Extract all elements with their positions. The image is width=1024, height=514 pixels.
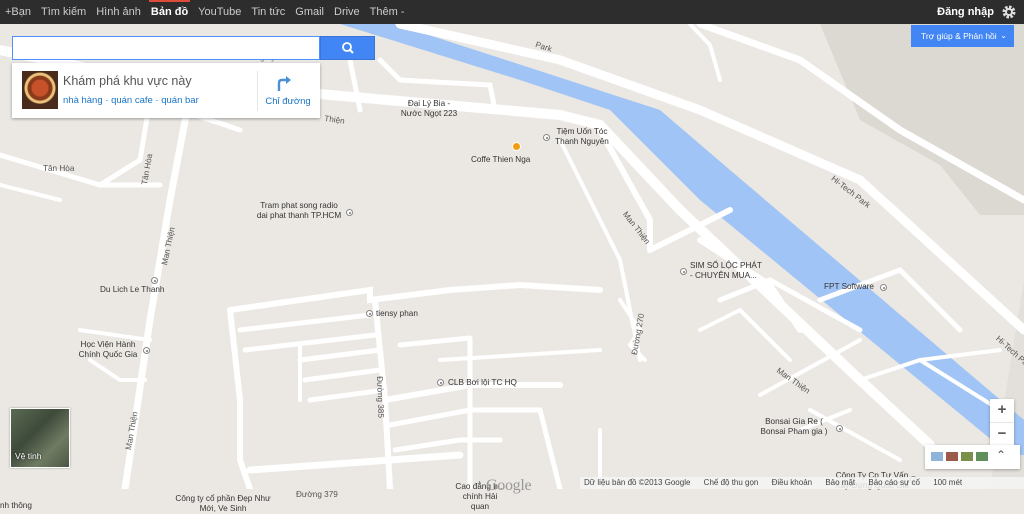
place-label-coffe-thien-nga: Coffe Thien Nga (471, 155, 531, 164)
explore-title[interactable]: Khám phá khu vực này (63, 74, 192, 88)
road-label-duong-385: Đường 385 (375, 376, 386, 419)
help-feedback-label: Trợ giúp & Phản hồi (921, 31, 997, 41)
poi-marker-sim-so[interactable] (680, 268, 687, 275)
search-box (12, 36, 320, 60)
gear-icon[interactable] (1001, 4, 1017, 20)
directions-icon[interactable] (276, 74, 292, 92)
search-input[interactable] (21, 38, 315, 60)
nav-tin-tuc[interactable]: Tin tức (246, 0, 290, 24)
nav-youtube[interactable]: YouTube (193, 0, 246, 24)
poi-marker-du-lich[interactable] (151, 277, 158, 284)
nav-tim-kiem[interactable]: Tìm kiếm (36, 0, 91, 24)
poi-marker-tram-phat-song[interactable] (346, 209, 353, 216)
poi-marker-tiem-uon-toc[interactable] (543, 134, 550, 141)
place-label-dai-ly-bia: Đại Lý Bia - Nước Ngọt 223 (400, 99, 458, 118)
poi-marker-tiensy[interactable] (366, 310, 373, 317)
place-label-sim-so: SIM SỐ LỘC PHÁT - CHUYÊN MUA... (690, 261, 762, 280)
footer-report[interactable]: Báo cáo sự cố (868, 478, 920, 487)
footer-terms[interactable]: Điều khoản (772, 478, 812, 487)
poi-marker-hoc-vien[interactable] (143, 347, 150, 354)
poi-marker-clb[interactable] (437, 379, 444, 386)
map-footer: Dữ liệu bản đồ ©2013 Google Chế độ thu g… (580, 477, 1024, 489)
place-label-du-lich: Du Lich Le Thanh (100, 285, 165, 294)
nav-ban-do[interactable]: Bản đồ (146, 0, 193, 24)
place-label-cong-ty-dep: Công ty cổ phần Đẹp Như Mới, Ve Sinh (175, 494, 271, 513)
place-label-fpt: FPT Software (824, 282, 874, 291)
sign-in-link[interactable]: Đăng nhập (937, 0, 994, 24)
webcam-layer-thumbnail[interactable] (976, 452, 988, 461)
top-navigation-bar: +Bạn Tìm kiếm Hình ảnh Bản đồ YouTube Ti… (0, 0, 1024, 24)
footer-lite-mode[interactable]: Chế độ thu gọn (704, 478, 759, 487)
top-nav-links: +Bạn Tìm kiếm Hình ảnh Bản đồ YouTube Ti… (0, 0, 410, 24)
search-button[interactable] (320, 36, 375, 60)
nav-hinh-anh[interactable]: Hình ảnh (91, 0, 146, 24)
photos-layer-thumbnail[interactable] (946, 452, 958, 461)
road-label-tan-hoa: Tân Hòa (43, 164, 75, 173)
nav-them[interactable]: Thêm - (365, 0, 410, 24)
satellite-label: Vệ tinh (15, 451, 42, 461)
food-thumbnail[interactable] (22, 71, 58, 109)
footer-scale: 100 mét (933, 478, 963, 487)
place-label-hoc-vien: Học Viện Hành Chính Quốc Gia (78, 340, 138, 359)
zoom-control: + − (990, 399, 1014, 445)
explore-divider (257, 71, 258, 111)
poi-marker-bonsai[interactable] (836, 425, 843, 432)
zoom-in-button[interactable]: + (990, 399, 1014, 423)
help-feedback-button[interactable]: Trợ giúp & Phản hồi ⌄ (911, 25, 1014, 47)
explore-area-card: Khám phá khu vực này nhà hàng · quán caf… (12, 63, 320, 118)
footer-privacy[interactable]: Bảo mật (825, 478, 855, 487)
nav-plus-ban[interactable]: +Bạn (0, 0, 36, 24)
zoom-out-button[interactable]: − (990, 423, 1014, 446)
directions-link[interactable]: Chỉ đường (263, 96, 313, 107)
poi-marker-fpt[interactable] (880, 284, 887, 291)
cafe-icon[interactable] (512, 142, 521, 151)
place-label-tram-phat-song: Tram phat song radio dai phat thanh TP.H… (256, 201, 342, 220)
explore-category-links[interactable]: nhà hàng · quán cafe · quán bar (63, 95, 199, 106)
road-label-duong-379: Đường 379 (296, 490, 338, 499)
expand-layers-icon[interactable]: ⌃ (996, 448, 1006, 462)
search-icon (342, 42, 354, 54)
terrain-layer-thumbnail[interactable] (961, 452, 973, 461)
nav-gmail[interactable]: Gmail (290, 0, 329, 24)
place-label-tiensy: tiensy phan (376, 309, 418, 318)
google-watermark: Google (486, 477, 532, 494)
satellite-toggle[interactable]: Vệ tinh (10, 408, 70, 468)
layers-panel: ⌃ (925, 445, 1020, 469)
nav-drive[interactable]: Drive (329, 0, 365, 24)
place-label-tiem-uon-toc: Tiệm Uốn Tóc Thanh Nguyên (555, 127, 609, 146)
place-label-left-cut: nh thông (0, 501, 32, 510)
place-label-bonsai: Bonsai Gia Re ( Bonsai Pham gia ) (760, 417, 828, 436)
traffic-layer-thumbnail[interactable] (931, 452, 943, 461)
place-label-clb: CLB Bơi lội TC HQ (448, 378, 517, 387)
footer-map-data: Dữ liệu bản đồ ©2013 Google (584, 478, 691, 487)
chevron-down-icon: ⌄ (1000, 31, 1007, 40)
